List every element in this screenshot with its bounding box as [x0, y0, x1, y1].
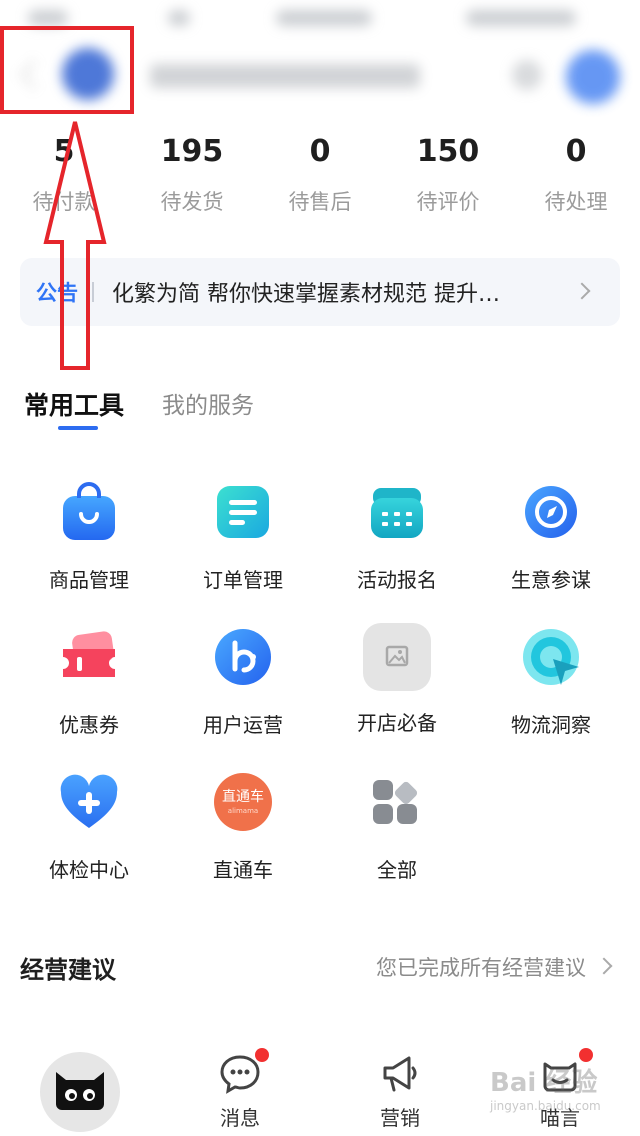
tool-label: 物流洞察 — [511, 713, 591, 737]
stat-label: 待处理 — [544, 190, 608, 214]
tool-through-train[interactable]: 直通车 alimama 直通车 — [166, 766, 320, 911]
account-icon[interactable] — [566, 50, 620, 104]
tab-indicator — [58, 426, 98, 430]
tool-label: 活动报名 — [357, 568, 437, 592]
shop-name[interactable] — [150, 64, 420, 88]
tab-my-services[interactable]: 我的服务 — [162, 386, 254, 436]
chevron-right-icon — [573, 282, 591, 300]
unread-badge — [579, 1048, 593, 1062]
tools-grid: 商品管理 订单管理 活动报名 生意参谋 优惠券 用户运营 开店必备 物流洞察 体… — [12, 476, 628, 911]
stat-value: 0 — [565, 134, 587, 169]
tool-logistics-insight[interactable]: 物流洞察 — [474, 621, 628, 766]
suggestion-status: 您已完成所有经营建议 — [376, 956, 586, 980]
tool-label: 商品管理 — [49, 568, 129, 592]
signal-indicator — [28, 10, 68, 26]
nav-label: 营销 — [380, 1106, 420, 1130]
nav-marketing[interactable]: 营销 — [355, 1054, 445, 1131]
compass-icon — [521, 482, 581, 542]
logistics-radar-icon — [521, 627, 581, 687]
highlight-frame — [0, 26, 134, 114]
heart-plus-icon — [59, 772, 119, 832]
search-icon[interactable] — [512, 60, 542, 90]
shopping-bag-icon — [59, 482, 119, 542]
calendar-icon — [367, 482, 427, 542]
stat-pending-shipment[interactable]: 195 待发货 — [128, 130, 256, 230]
watermark-url: jingyan.baidu.com — [490, 1099, 601, 1113]
order-list-icon — [213, 482, 273, 542]
tool-label: 体检中心 — [49, 858, 129, 882]
through-train-badge-text: 直通车 — [222, 788, 264, 805]
notice-text: 化繁为简 帮你快速掌握素材规范 提升… — [112, 282, 500, 307]
user-ops-icon — [213, 627, 273, 687]
tool-business-advisor[interactable]: 生意参谋 — [474, 476, 628, 621]
tool-label: 开店必备 — [357, 711, 437, 735]
stat-value: 195 — [160, 134, 224, 169]
stat-pending-process[interactable]: 0 待处理 — [512, 130, 640, 230]
coupon-icon — [59, 627, 119, 687]
chat-bubble-icon — [219, 1048, 269, 1094]
tool-label: 直通车 — [213, 858, 273, 882]
notice-bar[interactable]: 公告 化繁为简 帮你快速掌握素材规范 提升… — [20, 258, 620, 326]
tool-event-signup[interactable]: 活动报名 — [320, 476, 474, 621]
tool-coupon[interactable]: 优惠券 — [12, 621, 166, 766]
tool-health-check[interactable]: 体检中心 — [12, 766, 166, 911]
tool-label: 用户运营 — [203, 713, 283, 737]
stat-label: 待发货 — [160, 190, 224, 214]
nav-label: 消息 — [220, 1106, 260, 1130]
stat-label: 待售后 — [288, 190, 352, 214]
through-train-badge-subtext: alimama — [228, 807, 258, 815]
tool-all[interactable]: 全部 — [320, 766, 474, 911]
nav-messages[interactable]: 消息 — [195, 1048, 285, 1131]
tool-label: 订单管理 — [203, 568, 283, 592]
megaphone-icon — [379, 1054, 421, 1094]
unread-badge — [255, 1048, 269, 1062]
stat-value: 150 — [416, 134, 480, 169]
tool-label: 优惠券 — [59, 713, 119, 737]
home-tmall-icon[interactable] — [40, 1052, 120, 1132]
tool-label: 生意参谋 — [511, 568, 591, 592]
chevron-right-icon — [595, 957, 613, 975]
battery-indicator — [466, 10, 576, 26]
through-train-icon: 直通车 alimama — [213, 772, 273, 832]
annotation-arrow-icon — [43, 121, 107, 370]
tool-product-management[interactable]: 商品管理 — [12, 476, 166, 621]
tool-label: 全部 — [377, 858, 417, 882]
baidu-jingyan-watermark: Bai 经验 jingyan.baidu.com — [490, 1062, 630, 1122]
tool-tabs: 常用工具 我的服务 — [24, 386, 292, 436]
section-title: 经营建议 — [20, 956, 116, 984]
all-apps-icon — [367, 772, 427, 832]
tool-store-essentials[interactable]: 开店必备 — [320, 621, 474, 766]
clock-text — [276, 10, 372, 26]
wifi-icon — [168, 10, 190, 26]
business-suggestion[interactable]: 经营建议 您已完成所有经营建议 — [20, 944, 620, 988]
tool-order-management[interactable]: 订单管理 — [166, 476, 320, 621]
stat-pending-review[interactable]: 150 待评价 — [384, 130, 512, 230]
stat-after-sales[interactable]: 0 待售后 — [256, 130, 384, 230]
stat-label: 待评价 — [416, 190, 480, 214]
stat-value: 0 — [309, 134, 331, 169]
image-placeholder-icon — [363, 623, 431, 691]
tool-user-operations[interactable]: 用户运营 — [166, 621, 320, 766]
watermark-brand: Bai 经验 — [490, 1068, 598, 1098]
